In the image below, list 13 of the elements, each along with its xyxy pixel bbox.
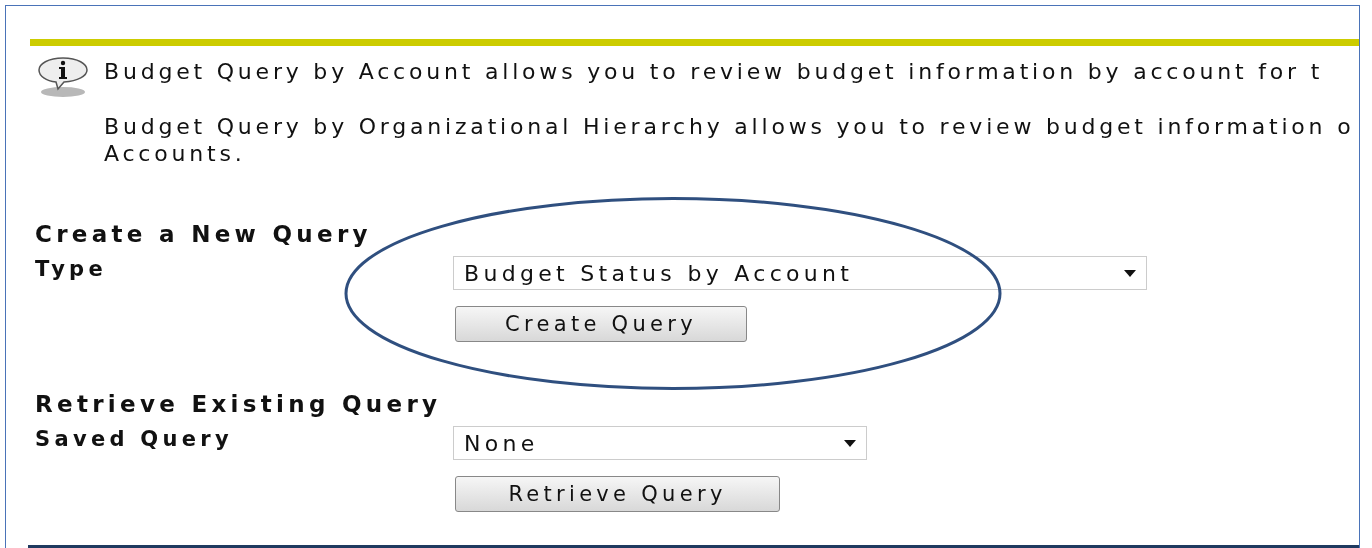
caret-icon [844,439,856,447]
query-button[interactable]: Retrieve Query [455,476,780,512]
query-button[interactable]: Create Query [455,306,747,342]
dropdown[interactable]: Budget Status by Account [453,256,1147,290]
section-heading: Create a New Query [35,220,373,248]
info-icon [36,56,90,98]
info-paragraph: Budget Query by Account allows you to review budget information by account for t [104,58,1325,85]
section-heading: Retrieve Existing Query [35,390,443,418]
caret-icon [1124,269,1136,277]
dropdown[interactable]: None [453,426,867,460]
field-label: Type [35,256,108,283]
field-label: Saved Query [35,426,234,453]
info-paragraph: Budget Query by Organizational Hierarchy allows you to review budget information o Accounts. [104,113,1355,167]
